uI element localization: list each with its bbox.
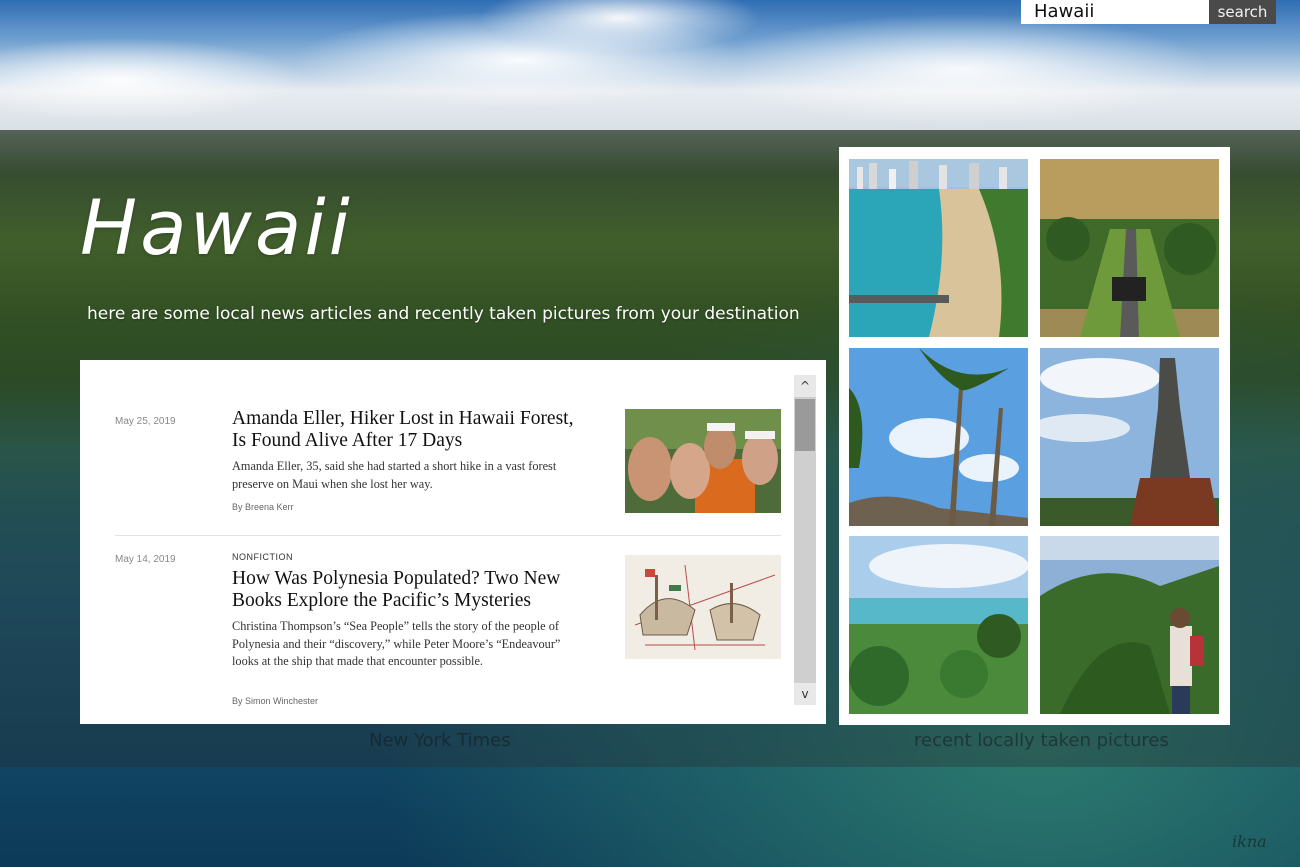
article-byline: By Simon Winchester bbox=[232, 696, 319, 706]
article-thumbnail[interactable] bbox=[625, 555, 781, 659]
article-thumbnail[interactable] bbox=[625, 409, 781, 513]
article-date: May 25, 2019 bbox=[115, 416, 176, 427]
news-article: May 25, 2019 Amanda Eller, Hiker Lost in… bbox=[115, 390, 781, 536]
photo-ridge-hiker[interactable] bbox=[1040, 536, 1219, 714]
photo-jeep-palm-road[interactable] bbox=[1040, 159, 1219, 337]
photo-coastal-vista[interactable] bbox=[849, 536, 1028, 714]
news-article: May 14, 2019 NONFICTION How Was Polynesi… bbox=[115, 550, 781, 720]
scrollbar-thumb[interactable] bbox=[795, 399, 815, 451]
news-source-caption: New York Times bbox=[369, 730, 511, 751]
scroll-up-button[interactable]: ^ bbox=[794, 375, 816, 397]
page-subtitle: here are some local news articles and re… bbox=[87, 304, 800, 324]
news-panel: May 25, 2019 Amanda Eller, Hiker Lost in… bbox=[80, 360, 826, 724]
scroll-down-button[interactable]: v bbox=[794, 683, 816, 705]
search-button[interactable]: search bbox=[1209, 0, 1276, 24]
article-summary: Amanda Eller, 35, said she had started a… bbox=[232, 459, 557, 491]
page-title: Hawaii bbox=[80, 183, 353, 272]
photo-panel bbox=[839, 147, 1230, 725]
news-scrollbar[interactable]: ^ v bbox=[794, 375, 816, 705]
photo-waikiki-beach[interactable] bbox=[849, 159, 1028, 337]
article-kicker: NONFICTION bbox=[232, 552, 293, 562]
photo-buddha-statue[interactable] bbox=[1040, 348, 1219, 526]
artist-signature: ikna bbox=[1232, 832, 1267, 851]
article-title-link[interactable]: Amanda Eller, Hiker Lost in Hawaii Fores… bbox=[232, 408, 592, 452]
search-input[interactable] bbox=[1021, 0, 1209, 24]
photo-palm-trees-diamond-head[interactable] bbox=[849, 348, 1028, 526]
article-title-link[interactable]: How Was Polynesia Populated? Two New Boo… bbox=[232, 568, 592, 612]
article-date: May 14, 2019 bbox=[115, 554, 176, 565]
article-byline: By Breena Kerr bbox=[232, 502, 294, 512]
article-summary: Christina Thompson’s “Sea People” tells … bbox=[232, 619, 561, 668]
photos-caption: recent locally taken pictures bbox=[914, 730, 1169, 751]
